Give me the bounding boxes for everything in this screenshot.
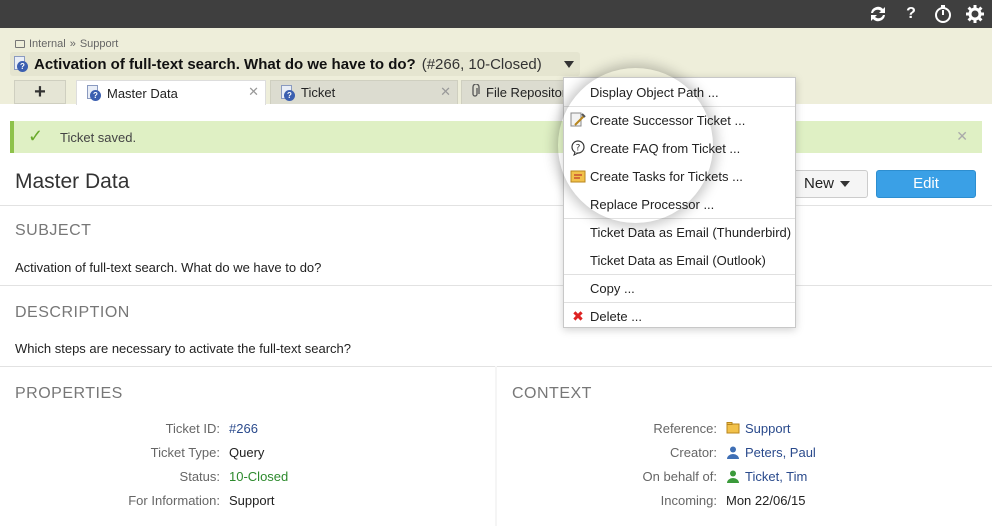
menu-item-label: Ticket Data as Email (Thunderbird) [590, 224, 792, 240]
property-label: Ticket ID: [165, 421, 220, 436]
section-heading: CONTEXT [512, 385, 592, 402]
breadcrumb-separator: » [69, 38, 76, 50]
breadcrumb-item[interactable]: Internal [29, 38, 66, 50]
tasks-icon [570, 168, 586, 184]
breadcrumb: Internal » Support [15, 38, 118, 50]
reference-link[interactable]: Support [726, 421, 791, 436]
checkmark-icon: ✓ [28, 126, 44, 146]
menu-item-label: Copy ... [590, 280, 635, 296]
menu-item-replace-processor[interactable]: Replace Processor ... [564, 190, 795, 218]
menu-item-email-outlook[interactable]: Ticket Data as Email (Outlook) [564, 246, 795, 274]
object-title: Activation of full-text search. What do … [34, 55, 416, 73]
tab-label: File Repository [486, 85, 571, 100]
property-label: For Information: [128, 493, 220, 508]
tab-label: Master Data [107, 85, 178, 101]
tab-bar: + ? Master Data ✕ ? Ticket ✕ File Reposi… [0, 80, 992, 105]
actions-context-menu: Display Object Path ... Create Successor… [563, 77, 796, 328]
creator-link[interactable]: Peters, Paul [726, 445, 816, 460]
ticket-icon: ? [85, 85, 101, 101]
user-icon [726, 445, 740, 459]
menu-item-create-tasks[interactable]: Create Tasks for Tickets ... [564, 162, 795, 190]
gear-icon[interactable] [964, 4, 986, 24]
section-heading: DESCRIPTION [15, 304, 130, 321]
svg-text:?: ? [576, 144, 581, 154]
folder-icon [726, 421, 740, 435]
reference-value: Support [745, 421, 791, 436]
properties-panel: PROPERTIES Ticket ID: #266 Ticket Type: … [0, 366, 495, 526]
tab-label: Ticket [301, 85, 336, 100]
details-area: PROPERTIES Ticket ID: #266 Ticket Type: … [0, 366, 992, 526]
ticket-type-value: Query [229, 445, 265, 460]
notice-message: Ticket saved. [60, 130, 137, 145]
add-tab-button[interactable]: + [14, 80, 66, 104]
tab-master-data[interactable]: ? Master Data ✕ [76, 80, 266, 105]
menu-item-display-object-path[interactable]: Display Object Path ... [564, 78, 795, 106]
on-behalf-of-value: Ticket, Tim [745, 469, 808, 484]
subject-section: SUBJECT Activation of full-text search. … [0, 205, 992, 285]
context-label: Creator: [670, 445, 717, 460]
context-panel: CONTEXT Reference: Support Creator: Pete… [497, 366, 992, 526]
menu-item-email-thunderbird[interactable]: Ticket Data as Email (Thunderbird) [564, 218, 795, 246]
new-button-label: New [803, 175, 834, 192]
help-icon[interactable]: ? [900, 4, 922, 24]
paperclip-icon [470, 83, 480, 101]
menu-item-delete[interactable]: ✖ Delete ... [564, 302, 795, 330]
object-header: Internal » Support ? Activation of full-… [0, 28, 992, 105]
close-tab-icon[interactable]: ✕ [440, 84, 451, 100]
menu-item-label: Display Object Path ... [590, 84, 719, 100]
timer-icon[interactable] [932, 4, 954, 24]
description-text: Which steps are necessary to activate th… [15, 341, 351, 356]
breadcrumb-item[interactable]: Support [80, 38, 119, 50]
ticket-id-value: #266 [229, 421, 258, 436]
menu-item-label: Create Successor Ticket ... [590, 112, 746, 128]
tab-file-repository[interactable]: File Repository [461, 80, 571, 104]
success-notice: ✓ Ticket saved. ✕ [10, 121, 982, 153]
new-button[interactable]: New [786, 170, 868, 198]
menu-item-create-faq[interactable]: ? Create FAQ from Ticket ... [564, 134, 795, 162]
menu-item-copy[interactable]: Copy ... [564, 274, 795, 302]
close-tab-icon[interactable]: ✕ [248, 84, 259, 100]
delete-icon: ✖ [572, 308, 584, 324]
close-notice-icon[interactable]: ✕ [956, 128, 968, 145]
description-section: DESCRIPTION Which steps are necessary to… [0, 285, 992, 366]
context-label: Incoming: [660, 493, 717, 508]
faq-icon: ? [570, 140, 586, 156]
section-heading: SUBJECT [15, 222, 92, 239]
menu-item-label: Create FAQ from Ticket ... [590, 140, 741, 156]
menu-item-label: Ticket Data as Email (Outlook) [590, 252, 766, 268]
object-id-status: (#266, 10-Closed) [421, 55, 542, 73]
menu-item-create-successor-ticket[interactable]: Create Successor Ticket ... [564, 106, 795, 134]
top-bar: ? [0, 0, 992, 28]
menu-item-label: Replace Processor ... [590, 196, 715, 212]
user-icon [726, 469, 740, 483]
menu-item-label: Create Tasks for Tickets ... [590, 168, 743, 184]
menu-item-label: Delete ... [590, 308, 643, 324]
ticket-icon: ? [12, 56, 28, 72]
property-label: Ticket Type: [150, 445, 220, 460]
object-title-dropdown[interactable]: ? Activation of full-text search. What d… [10, 52, 580, 76]
page-title: Master Data [15, 170, 130, 193]
context-label: On behalf of: [642, 469, 717, 484]
section-heading: PROPERTIES [15, 385, 123, 402]
edit-button[interactable]: Edit [876, 170, 976, 198]
chevron-down-icon [840, 181, 850, 188]
ticket-icon: ? [279, 84, 295, 101]
refresh-icon[interactable] [867, 4, 889, 24]
tab-ticket[interactable]: ? Ticket ✕ [270, 80, 458, 104]
status-value: 10-Closed [229, 469, 289, 484]
on-behalf-of-link[interactable]: Ticket, Tim [726, 469, 807, 484]
for-information-value: Support [229, 493, 275, 508]
folder-icon [15, 40, 25, 48]
creator-value: Peters, Paul [745, 445, 816, 460]
chevron-down-icon[interactable] [563, 60, 574, 68]
subject-text: Activation of full-text search. What do … [15, 260, 322, 275]
context-label: Reference: [653, 421, 717, 436]
successor-ticket-icon [570, 112, 586, 128]
property-label: Status: [179, 469, 220, 484]
incoming-date-value: Mon 22/06/15 [726, 493, 806, 508]
